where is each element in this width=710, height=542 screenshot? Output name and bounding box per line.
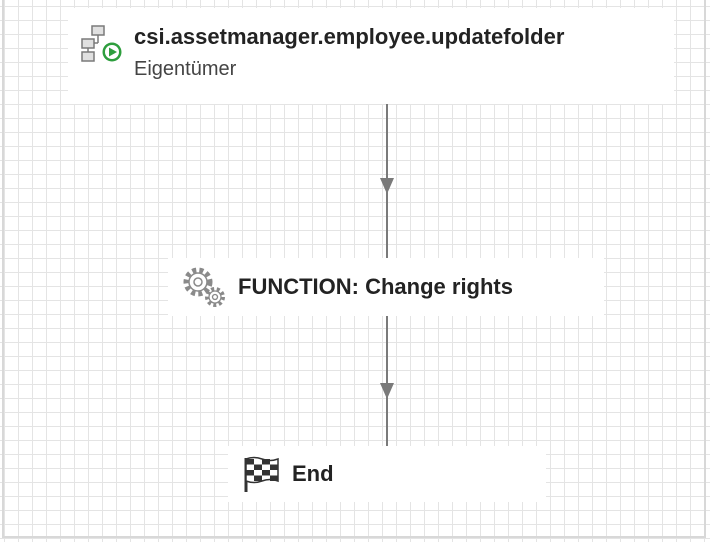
start-node-subtitle: Eigentümer <box>134 58 237 80</box>
end-node[interactable]: End <box>228 446 546 502</box>
function-node-title: FUNCTION: Change rights <box>238 274 513 299</box>
gears-icon <box>180 264 230 310</box>
start-node[interactable]: csi.assetmanager.employee.updatefolder E… <box>68 8 674 104</box>
function-node[interactable]: FUNCTION: Change rights <box>168 258 604 316</box>
checkered-flag-icon <box>242 454 284 494</box>
connector-function-to-end[interactable] <box>380 316 394 446</box>
workflow-start-icon <box>80 24 126 64</box>
connector-start-to-function[interactable] <box>380 104 394 258</box>
arrowhead-2 <box>380 383 394 399</box>
end-node-title: End <box>292 461 334 486</box>
arrowhead-1 <box>380 178 394 194</box>
start-node-title: csi.assetmanager.employee.updatefolder <box>134 24 565 49</box>
